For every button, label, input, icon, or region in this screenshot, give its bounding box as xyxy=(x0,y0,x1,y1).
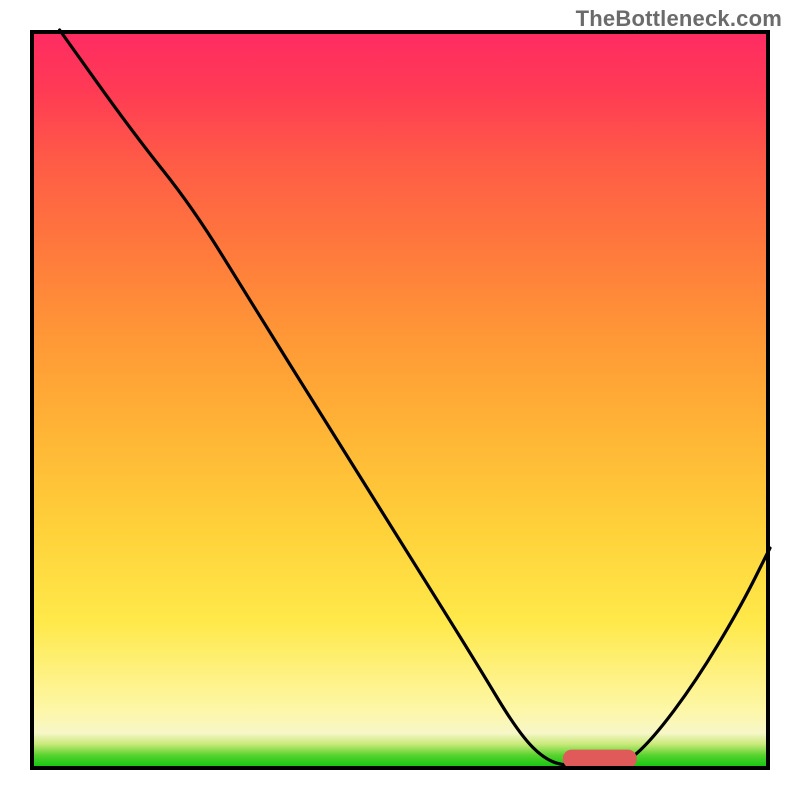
chart-overlay-svg xyxy=(30,30,770,770)
watermark-text: TheBottleneck.com xyxy=(576,6,782,32)
bottleneck-curve-line xyxy=(60,30,770,766)
chart-container: TheBottleneck.com xyxy=(0,0,800,800)
optimal-marker xyxy=(563,750,637,769)
